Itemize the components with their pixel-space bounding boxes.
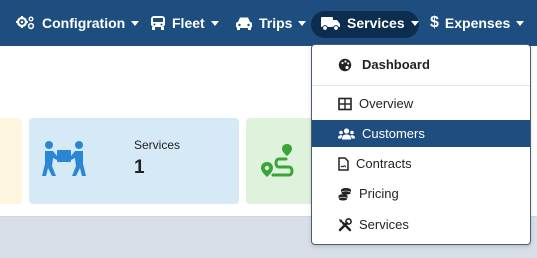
services-dropdown-menu: Dashboard Overview Customers Contracts P… bbox=[311, 44, 531, 245]
stat-card-value: 1 bbox=[134, 157, 145, 178]
truck-icon bbox=[321, 16, 341, 31]
cogs-icon bbox=[16, 15, 36, 31]
nav-item-label: Services bbox=[347, 15, 405, 31]
dropdown-item-pricing[interactable]: Pricing bbox=[312, 180, 530, 207]
dropdown-item-label: Overview bbox=[359, 96, 414, 111]
dropdown-item-customers[interactable]: Customers bbox=[312, 120, 530, 147]
nav-item-expenses[interactable]: $ Expenses bbox=[430, 0, 525, 46]
stat-card-partial-left[interactable] bbox=[0, 118, 22, 204]
nav-item-label: Trips bbox=[259, 15, 293, 31]
users-icon bbox=[338, 127, 355, 140]
dropdown-item-dashboard[interactable]: Dashboard bbox=[312, 51, 530, 78]
people-carry-icon bbox=[40, 140, 88, 183]
nav-item-services[interactable]: Services bbox=[321, 0, 419, 46]
dropdown-item-label: Dashboard bbox=[362, 57, 430, 72]
route-icon bbox=[259, 142, 297, 183]
dropdown-item-label: Services bbox=[359, 217, 409, 232]
nav-item-label: Expenses bbox=[444, 15, 511, 31]
chevron-down-icon bbox=[131, 20, 140, 26]
nav-item-label: Fleet bbox=[172, 15, 205, 31]
file-contract-icon bbox=[338, 156, 349, 171]
table-icon bbox=[338, 97, 352, 110]
stat-card-route[interactable] bbox=[246, 118, 316, 204]
nav-item-trips[interactable]: Trips bbox=[235, 0, 307, 46]
car-icon bbox=[235, 16, 253, 31]
palette-icon bbox=[338, 58, 352, 72]
bus-icon bbox=[150, 15, 166, 31]
dropdown-item-overview[interactable]: Overview bbox=[312, 90, 530, 117]
chevron-down-icon bbox=[410, 20, 419, 26]
top-navbar: Configration Fleet Trips Services $ Expe… bbox=[0, 0, 537, 46]
nav-item-configration[interactable]: Configration bbox=[16, 0, 140, 46]
tools-icon bbox=[338, 217, 352, 232]
stat-card-services[interactable]: Services 1 bbox=[29, 118, 239, 204]
stat-card-label: Services bbox=[134, 138, 181, 152]
chevron-down-icon bbox=[516, 20, 525, 26]
dropdown-item-label: Customers bbox=[362, 126, 425, 141]
nav-item-label: Configration bbox=[42, 15, 126, 31]
dropdown-item-label: Contracts bbox=[356, 156, 412, 171]
dropdown-divider bbox=[312, 85, 530, 86]
dropdown-item-services[interactable]: Services bbox=[312, 211, 530, 238]
dropdown-item-label: Pricing bbox=[359, 186, 399, 201]
chevron-down-icon bbox=[298, 20, 307, 26]
chevron-down-icon bbox=[210, 20, 219, 26]
dollar-icon: $ bbox=[430, 14, 439, 31]
nav-item-fleet[interactable]: Fleet bbox=[150, 0, 219, 46]
coins-icon bbox=[338, 187, 352, 201]
dropdown-item-contracts[interactable]: Contracts bbox=[312, 150, 530, 177]
